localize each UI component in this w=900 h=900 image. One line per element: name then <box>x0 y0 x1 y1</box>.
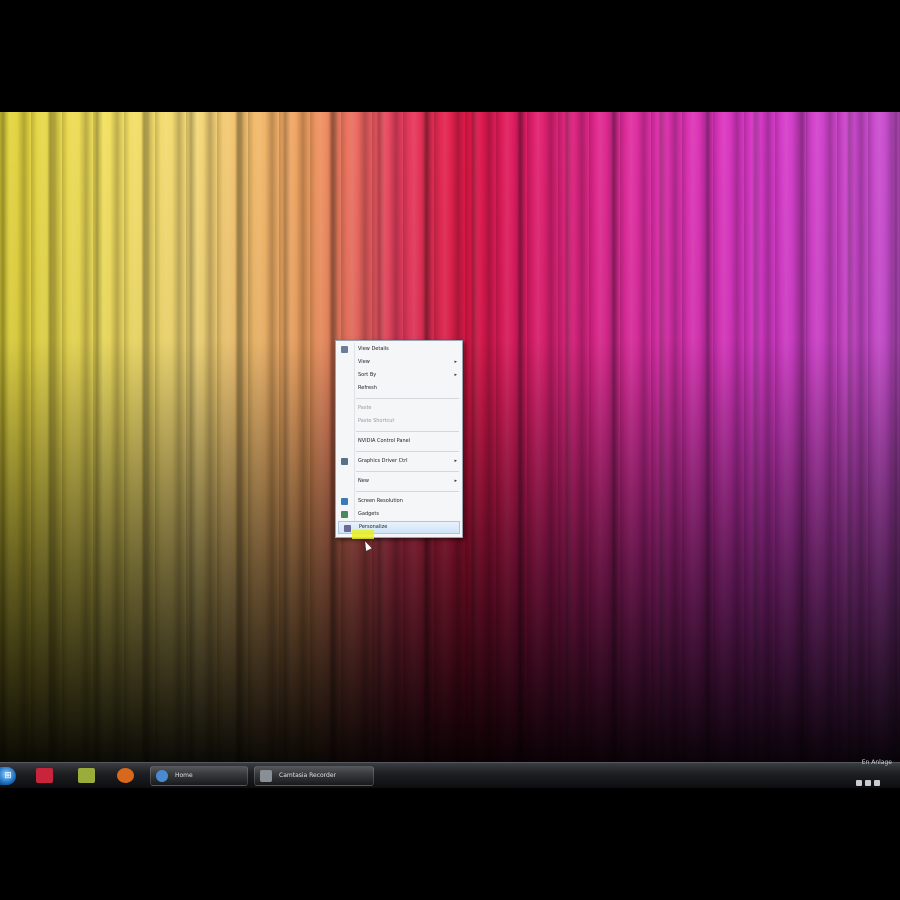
menu-item-refresh[interactable]: Refresh <box>336 382 462 395</box>
screen-resolution-icon <box>341 498 348 505</box>
menu-item-sort-by[interactable]: Sort By ▸ <box>336 369 462 382</box>
menu-item-gadgets[interactable]: Gadgets <box>336 508 462 521</box>
menu-item-label: Gadgets <box>358 511 379 517</box>
submenu-arrow-icon: ▸ <box>454 372 457 378</box>
view-icon <box>341 346 348 353</box>
menu-item-view[interactable]: View ▸ <box>336 356 462 369</box>
gadgets-icon <box>341 511 348 518</box>
media-player-icon[interactable] <box>36 768 53 783</box>
menu-separator <box>356 431 459 432</box>
menu-separator <box>356 471 459 472</box>
desktop-context-menu: View Details View ▸ Sort By ▸ Refresh Paste Pas… <box>335 340 463 538</box>
menu-separator <box>356 398 459 399</box>
menu-item-paste[interactable]: Paste <box>336 402 462 415</box>
taskbar-button-label: Camtasia Recorder <box>279 772 337 779</box>
menu-item-label: Paste Shortcut <box>358 418 395 424</box>
menu-item-label: View Details <box>358 346 389 352</box>
menu-item-label: NVIDIA Control Panel <box>358 438 411 444</box>
submenu-arrow-icon: ▸ <box>454 458 457 464</box>
tray-arrow-icon[interactable] <box>856 780 862 786</box>
menu-item-paste-shortcut[interactable]: Paste Shortcut <box>336 415 462 428</box>
menu-item-view-details[interactable]: View Details <box>336 343 462 356</box>
camtasia-recorder-icon <box>260 770 272 782</box>
home-icon <box>156 770 168 782</box>
menu-separator <box>356 451 459 452</box>
clock: En Anlage <box>861 759 892 766</box>
menu-item-label: Screen Resolution <box>358 498 403 504</box>
taskbar-button-home[interactable]: Home <box>150 766 248 786</box>
personalize-icon <box>344 525 351 532</box>
menu-item-label: Refresh <box>358 385 377 391</box>
menu-item-new[interactable]: New ▸ <box>336 475 462 488</box>
menu-item-label: Paste <box>358 405 372 411</box>
firefox-icon[interactable] <box>117 768 134 783</box>
network-icon[interactable] <box>874 780 880 786</box>
menu-item-label: Sort By <box>358 372 377 378</box>
submenu-arrow-icon: ▸ <box>454 478 457 484</box>
taskbar: ⊞ Home Camtasia Recorder En Anlage <box>0 759 900 788</box>
taskbar-button-camtasia-recorder[interactable]: Camtasia Recorder <box>254 766 374 786</box>
menu-separator <box>356 491 459 492</box>
taskbar-button-label: Home <box>175 772 193 779</box>
menu-item-screen-resolution[interactable]: Screen Resolution <box>336 495 462 508</box>
volume-icon[interactable] <box>865 780 871 786</box>
menu-item-label: View <box>358 359 370 365</box>
desktop[interactable]: View Details View ▸ Sort By ▸ Refresh Paste Pas… <box>0 112 900 788</box>
menu-item-label: New <box>358 478 369 484</box>
menu-item-label: Graphics Driver Ctrl <box>358 458 408 464</box>
start-orb-icon[interactable]: ⊞ <box>0 767 16 785</box>
menu-item-graphics-driver-ctrl[interactable]: Graphics Driver Ctrl ▸ <box>336 455 462 468</box>
folder-icon[interactable] <box>78 768 95 783</box>
menu-item-nvidia-control-panel[interactable]: NVIDIA Control Panel <box>336 435 462 448</box>
display-icon <box>341 458 348 465</box>
submenu-arrow-icon: ▸ <box>454 359 457 365</box>
system-tray: En Anlage <box>856 759 896 786</box>
highlight-mark <box>352 530 374 539</box>
